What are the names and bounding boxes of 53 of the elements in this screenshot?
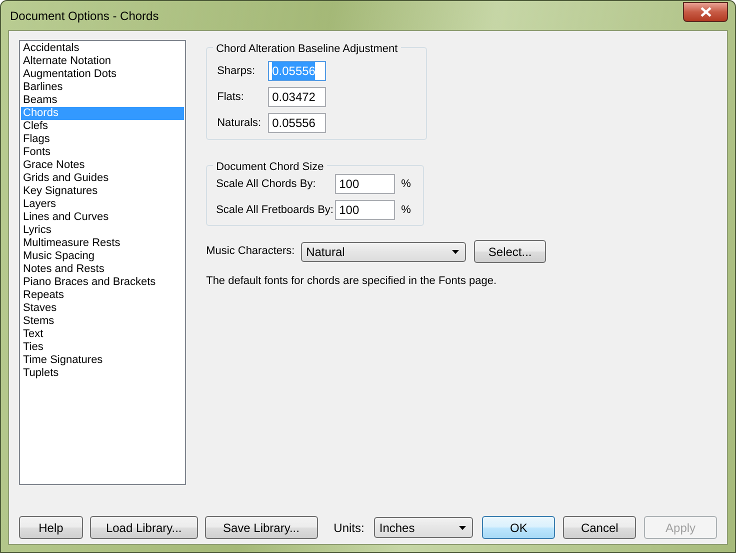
category-item[interactable]: Notes and Rests: [21, 263, 184, 276]
footer-button[interactable]: Load Library...: [90, 516, 198, 539]
input-field[interactable]: 0.03472: [268, 87, 326, 107]
category-item[interactable]: Accidentals: [21, 42, 184, 55]
category-item[interactable]: Grace Notes: [21, 159, 184, 172]
footer-button[interactable]: Help: [19, 516, 83, 539]
category-item[interactable]: Lyrics: [21, 224, 184, 237]
input-field[interactable]: 100: [335, 200, 396, 220]
category-item[interactable]: Stems: [21, 315, 184, 328]
close-button[interactable]: [683, 2, 728, 22]
window-title: Document Options - Chords: [9, 8, 159, 24]
category-item[interactable]: Flags: [21, 133, 184, 146]
category-item[interactable]: Fonts: [21, 146, 184, 159]
category-item[interactable]: Augmentation Dots: [21, 68, 184, 81]
category-item[interactable]: Piano Braces and Brackets: [21, 276, 184, 289]
close-icon: [700, 6, 712, 16]
unit-label: %: [401, 202, 411, 218]
unit-label: %: [401, 176, 411, 192]
dropdown-arrow-icon: [452, 250, 460, 254]
category-item[interactable]: Multimeasure Rests: [21, 237, 184, 250]
footer-button[interactable]: Cancel: [563, 516, 636, 539]
footer-button[interactable]: Save Library...: [204, 516, 318, 539]
category-item[interactable]: Text: [21, 328, 184, 341]
category-item[interactable]: Ties: [21, 341, 184, 354]
category-item[interactable]: Layers: [21, 198, 184, 211]
category-item[interactable]: Clefs: [21, 120, 184, 133]
music-characters-dropdown[interactable]: Natural: [301, 242, 466, 262]
category-item[interactable]: Key Signatures: [21, 185, 184, 198]
category-item[interactable]: Grids and Guides: [21, 172, 184, 185]
field-label: Flats:: [217, 90, 245, 105]
category-item[interactable]: Lines and Curves: [21, 211, 184, 224]
category-item[interactable]: Music Spacing: [21, 250, 184, 263]
group-title: Chord Alteration Baseline Adjustment: [213, 41, 401, 58]
units-dropdown[interactable]: Inches: [374, 517, 474, 538]
field-label: Naturals:: [217, 116, 262, 131]
input-field[interactable]: 100: [335, 174, 396, 194]
field-label: Scale All Chords By:: [216, 176, 317, 192]
units-label: Units:: [334, 520, 364, 536]
select-button[interactable]: Select...: [474, 240, 546, 263]
category-item[interactable]: Alternate Notation: [21, 55, 184, 68]
category-item[interactable]: Repeats: [21, 289, 184, 302]
field-label: Scale All Fretboards By:: [216, 202, 334, 218]
footer-button[interactable]: OK: [482, 516, 556, 539]
category-item[interactable]: Tuplets: [21, 367, 184, 380]
category-item[interactable]: Barlines: [21, 81, 184, 94]
note-text: The default fonts for chords are specified in the Fonts page.: [206, 274, 498, 289]
category-item[interactable]: Beams: [21, 94, 184, 107]
category-item[interactable]: Staves: [21, 302, 184, 315]
dropdown-arrow-icon: [459, 526, 466, 530]
field-label: Music Characters:: [206, 244, 296, 260]
category-item[interactable]: Time Signatures: [21, 354, 184, 367]
field-label: Sharps:: [217, 64, 256, 79]
input-field[interactable]: 0.05556: [268, 113, 326, 133]
